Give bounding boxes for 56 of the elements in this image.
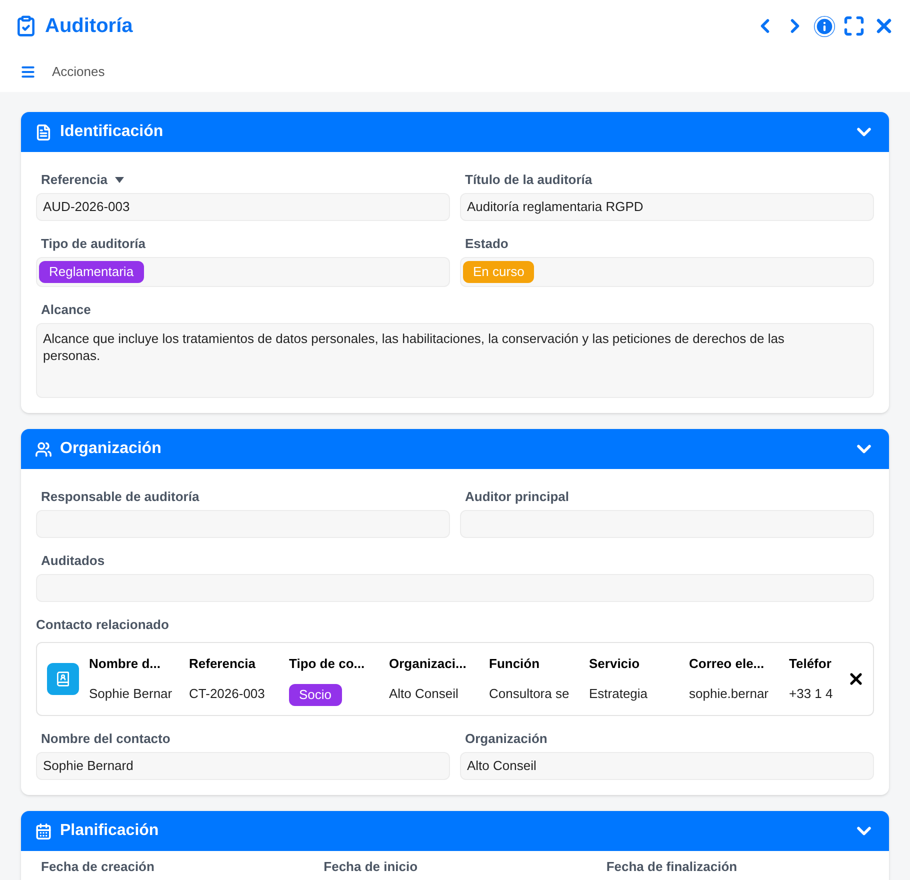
- field-label: Organización: [465, 731, 548, 747]
- field-label: Fecha de inicio: [324, 859, 418, 875]
- column-header: Organizaci...: [389, 656, 466, 672]
- section-header[interactable]: Identificación: [21, 112, 889, 152]
- field-label: Auditados: [41, 553, 105, 569]
- actions-label: Acciones: [52, 63, 105, 82]
- table-cell: CT-2026-003: [189, 686, 265, 702]
- input-field[interactable]: Sophie Bernard: [36, 752, 450, 780]
- tag: En curso: [463, 261, 534, 283]
- section-icon: [35, 440, 52, 458]
- column-header: Tipo de co...: [289, 656, 365, 672]
- section-icon: [35, 822, 52, 840]
- table-cell: sophie.bernar: [689, 686, 768, 702]
- field-label: Estado: [465, 236, 508, 252]
- field-label: Contacto relacionado: [36, 617, 169, 633]
- window-title: Auditoría: [45, 14, 133, 39]
- column-header: Teléfor: [789, 656, 832, 672]
- input-field[interactable]: AUD-2026-003: [36, 193, 450, 221]
- input-field[interactable]: Auditoría reglamentaria RGPD: [460, 193, 874, 221]
- column-header: Función: [489, 656, 540, 672]
- clipboard-check-icon: [15, 15, 37, 37]
- field-label: Título de la auditoría: [465, 172, 592, 188]
- select-field[interactable]: Reglamentaria: [36, 257, 450, 287]
- section-title: Organización: [60, 439, 162, 459]
- section-title: Planificación: [60, 821, 159, 841]
- field-label: Fecha de creación: [41, 859, 154, 875]
- tag: Socio: [289, 684, 342, 706]
- table-cell: Consultora se: [489, 686, 570, 702]
- field-label: Fecha de finalización: [606, 859, 738, 875]
- tag: Reglamentaria: [39, 261, 144, 283]
- table-cell: +33 1 4: [789, 686, 833, 702]
- column-header: Nombre d...: [89, 656, 161, 672]
- field-label: Nombre del contacto: [41, 731, 170, 747]
- section-title: Identificación: [60, 122, 164, 142]
- menu-button[interactable]: [20, 64, 36, 80]
- table-cell: Sophie Bernar: [89, 686, 172, 702]
- field-label: Tipo de auditoría: [41, 236, 146, 252]
- info-button[interactable]: [814, 16, 835, 36]
- input-field[interactable]: Alto Conseil: [460, 752, 874, 780]
- section-icon: [35, 124, 52, 140]
- text-area[interactable]: Alcance que incluye los tratamientos de datos personales, las habilitaciones, la conservación y las peticiones de derechos de las personas.: [36, 323, 874, 398]
- caret-icon[interactable]: [115, 177, 124, 183]
- contact-card-icon: [47, 663, 79, 695]
- fullscreen-button[interactable]: [843, 15, 865, 37]
- table-cell: Alto Conseil: [389, 686, 458, 702]
- table-cell: Estrategia: [589, 686, 648, 702]
- field-label: Referencia: [41, 172, 108, 188]
- field-label: Alcance: [41, 302, 91, 318]
- column-header: Servicio: [589, 656, 640, 672]
- field-label: Auditor principal: [465, 489, 569, 505]
- column-header: Referencia: [189, 656, 256, 672]
- section-header[interactable]: Planificación: [21, 811, 889, 851]
- close-icon: [847, 670, 865, 688]
- field-label: Responsable de auditoría: [41, 489, 200, 505]
- column-header: Correo ele...: [689, 656, 764, 672]
- section-header[interactable]: Organización: [21, 429, 889, 469]
